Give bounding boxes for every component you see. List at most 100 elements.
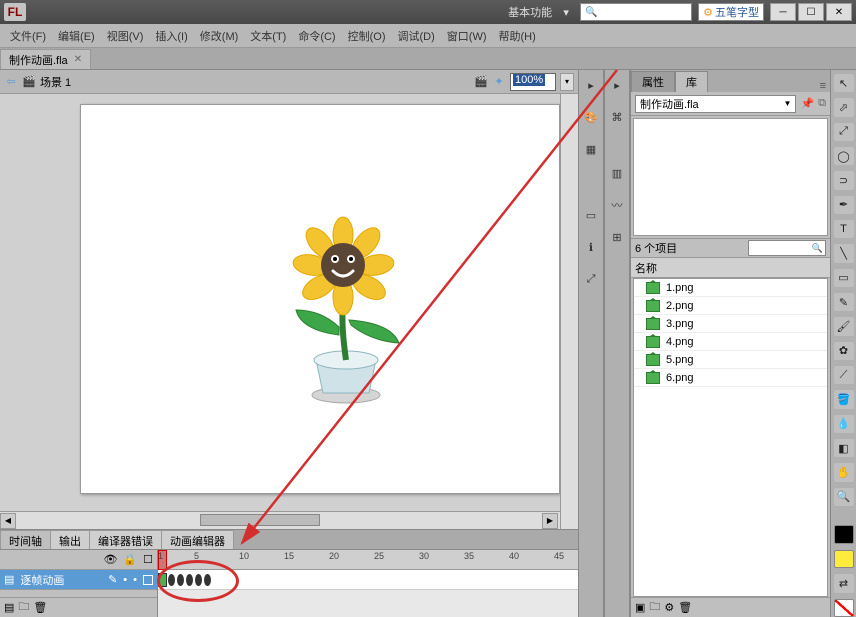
pen-tool[interactable]: ✒	[834, 196, 854, 214]
motion-presets-icon[interactable]: 〰	[608, 196, 626, 214]
keyframe[interactable]	[195, 574, 202, 586]
selection-tool[interactable]: ↖	[834, 74, 854, 92]
library-search[interactable]: 🔍	[748, 240, 826, 256]
eyedropper-tool[interactable]: 💧	[834, 415, 854, 433]
swatches-panel-icon[interactable]: ▦	[582, 140, 600, 158]
keyframe[interactable]	[168, 574, 175, 586]
menu-control[interactable]: 控制(O)	[342, 26, 392, 46]
zoom-value[interactable]: 100%	[510, 73, 556, 91]
help-search-input[interactable]	[600, 6, 688, 18]
layer-row[interactable]: ▤ 逐帧动画 ✎ • •	[0, 570, 157, 590]
document-tab[interactable]: 制作动画.fla ✕	[0, 49, 91, 69]
delete-icon[interactable]: 🗑	[678, 601, 692, 614]
rectangle-tool[interactable]: ▭	[834, 269, 854, 287]
keyframe[interactable]	[158, 573, 167, 587]
panel-menu-icon[interactable]: ≡	[820, 80, 826, 92]
collapsed-panel-strip-1[interactable]: ▸ 🎨 ▦ ▭ ℹ ⤢	[578, 70, 604, 617]
pencil-tool[interactable]: ✎	[834, 293, 854, 311]
new-symbol-icon[interactable]: ▣	[635, 601, 645, 614]
keyframe[interactable]	[204, 574, 211, 586]
stroke-color-swatch[interactable]	[834, 525, 854, 544]
tab-properties[interactable]: 属性	[631, 71, 675, 92]
text-tool[interactable]: T	[834, 220, 854, 238]
tab-output[interactable]: 输出	[50, 530, 90, 549]
new-folder-icon[interactable]: 🗀	[649, 598, 660, 617]
library-item[interactable]: 4.png	[634, 333, 827, 351]
lock-icon[interactable]: 🔒	[123, 553, 137, 566]
menu-help[interactable]: 帮助(H)	[493, 26, 542, 46]
stage-content-sunflower[interactable]	[271, 215, 421, 405]
hand-tool[interactable]: ✋	[834, 463, 854, 481]
stage-scrollbar-vertical[interactable]	[560, 94, 578, 529]
close-tab-icon[interactable]: ✕	[74, 54, 82, 65]
library-file-selector[interactable]: 制作动画.fla ▼	[635, 95, 796, 113]
zoom-tool[interactable]: 🔍	[834, 488, 854, 506]
menu-window[interactable]: 窗口(W)	[441, 26, 493, 46]
new-layer-icon[interactable]: ▤	[4, 601, 14, 614]
menu-debug[interactable]: 调试(D)	[392, 26, 441, 46]
stage-canvas[interactable]	[80, 104, 560, 494]
library-item[interactable]: 1.png	[634, 279, 827, 297]
library-item[interactable]: 5.png	[634, 351, 827, 369]
library-item[interactable]: 6.png	[634, 369, 827, 387]
back-arrow-icon[interactable]: ⇦	[4, 75, 18, 89]
menu-modify[interactable]: 修改(M)	[194, 26, 245, 46]
edit-scene-icon[interactable]: 🎬	[474, 75, 488, 89]
new-folder-icon[interactable]: 🗀	[18, 598, 29, 617]
eye-icon[interactable]: 👁	[103, 553, 117, 566]
outline-icon[interactable]: ☐	[143, 553, 153, 566]
line-tool[interactable]: ╲	[834, 244, 854, 262]
swap-colors-icon[interactable]: ⇄	[834, 574, 854, 592]
scroll-thumb[interactable]	[200, 514, 320, 526]
scene-name[interactable]: 场景 1	[40, 74, 71, 90]
align-panel-icon[interactable]: ▭	[582, 206, 600, 224]
pin-icon[interactable]: 📌	[800, 97, 814, 110]
layer-visible-dot[interactable]: •	[123, 574, 127, 586]
components-panel-icon[interactable]: ▥	[608, 164, 626, 182]
edit-symbol-icon[interactable]: ✦	[492, 75, 506, 89]
delete-layer-icon[interactable]: 🗑	[33, 601, 47, 614]
menu-insert[interactable]: 插入(I)	[149, 26, 193, 46]
keyframe[interactable]	[186, 574, 193, 586]
minimize-button[interactable]: ─	[770, 3, 796, 21]
brush-tool[interactable]: 🖌	[834, 317, 854, 335]
tab-compiler-errors[interactable]: 编译器错误	[89, 530, 162, 549]
workspace-name[interactable]: 基本功能	[508, 4, 552, 20]
library-item[interactable]: 3.png	[634, 315, 827, 333]
frame-row[interactable]	[158, 570, 578, 590]
ime-indicator[interactable]: ⚙ 五笔字型	[698, 3, 764, 21]
layer-outline-box[interactable]	[143, 575, 153, 585]
properties-icon[interactable]: ⚙	[664, 601, 674, 614]
scroll-left-icon[interactable]: ◀	[0, 513, 16, 529]
stage-area[interactable]: ◀ ▶	[0, 94, 578, 529]
subselection-tool[interactable]: ⬀	[834, 98, 854, 116]
lasso-tool[interactable]: ⊃	[834, 171, 854, 189]
expand-icon[interactable]: ▸	[608, 76, 626, 94]
close-button[interactable]: ✕	[826, 3, 852, 21]
tab-timeline[interactable]: 时间轴	[0, 530, 51, 549]
frame-ruler[interactable]: 1 5 10 15 20 25 30 35 40 45	[158, 550, 578, 570]
info-panel-icon[interactable]: ℹ	[582, 238, 600, 256]
menu-edit[interactable]: 编辑(E)	[52, 26, 101, 46]
no-color-icon[interactable]	[834, 599, 854, 617]
scroll-right-icon[interactable]: ▶	[542, 513, 558, 529]
color-panel-icon[interactable]: 🎨	[582, 108, 600, 126]
frames-panel[interactable]: 1 5 10 15 20 25 30 35 40 45	[158, 550, 578, 617]
tab-library[interactable]: 库	[675, 71, 708, 92]
eraser-tool[interactable]: ◧	[834, 439, 854, 457]
menu-text[interactable]: 文本(T)	[244, 26, 292, 46]
paint-bucket-tool[interactable]: 🪣	[834, 390, 854, 408]
menu-file[interactable]: 文件(F)	[4, 26, 52, 46]
tab-motion-editor[interactable]: 动画编辑器	[161, 530, 234, 549]
maximize-button[interactable]: ☐	[798, 3, 824, 21]
bone-tool[interactable]: ⟋	[834, 366, 854, 384]
transform-panel-icon[interactable]: ⤢	[582, 270, 600, 288]
fill-color-swatch[interactable]	[834, 550, 854, 569]
expand-icon[interactable]: ▸	[582, 76, 600, 94]
stage-scrollbar-horizontal[interactable]: ◀ ▶	[0, 511, 560, 529]
workspace-dropdown-icon[interactable]: ▾	[558, 4, 574, 20]
keyframe[interactable]	[177, 574, 184, 586]
help-search-box[interactable]: 🔍	[580, 3, 692, 21]
library-item[interactable]: 2.png	[634, 297, 827, 315]
menu-view[interactable]: 视图(V)	[101, 26, 150, 46]
